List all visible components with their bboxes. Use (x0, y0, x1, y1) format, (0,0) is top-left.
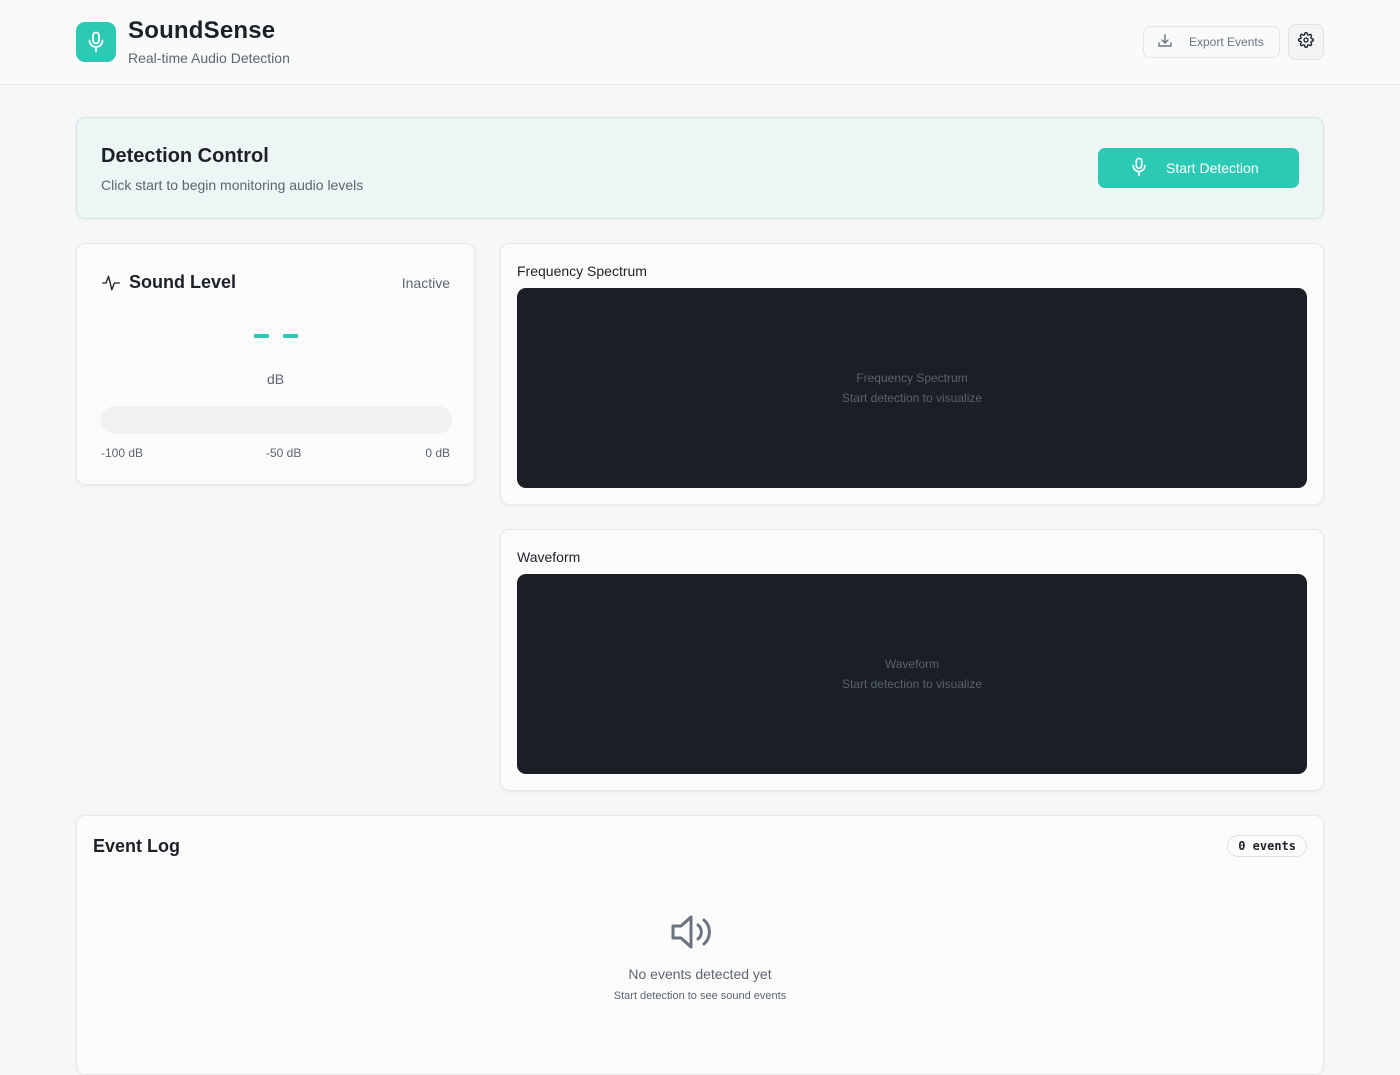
detection-control-subtitle: Click start to begin monitoring audio le… (101, 177, 364, 193)
waveform-canvas: Waveform Start detection to visualize (517, 574, 1307, 774)
detection-control-panel: Detection Control Click start to begin m… (76, 117, 1324, 219)
activity-icon (101, 273, 121, 298)
export-events-button[interactable]: Export Events (1143, 26, 1280, 58)
export-events-label: Export Events (1189, 35, 1264, 49)
spectrum-placeholder-subtitle: Start detection to visualize (841, 391, 983, 405)
microphone-icon (76, 22, 116, 62)
settings-button[interactable] (1288, 24, 1324, 60)
empty-state-subtitle: Start detection to see sound events (613, 990, 787, 1002)
microphone-icon (1130, 157, 1148, 180)
waveform-title: Waveform (517, 549, 581, 565)
event-count-badge: 0 events (1227, 835, 1307, 857)
sound-level-status: Inactive (401, 275, 450, 291)
speaker-icon (669, 912, 717, 957)
app-header: SoundSense Real-time Audio Detection Exp… (0, 0, 1400, 85)
frequency-spectrum-canvas: Frequency Spectrum Start detection to vi… (517, 288, 1307, 488)
detection-control-title: Detection Control (101, 145, 269, 167)
event-log-card: Event Log 0 events No events detected ye… (76, 815, 1324, 1075)
waveform-placeholder-title: Waveform (884, 657, 940, 671)
waveform-card: Waveform Waveform Start detection to vis… (500, 529, 1324, 791)
sound-level-card: Sound Level Inactive dB -100 dB -50 dB 0… (76, 243, 475, 485)
sound-level-meter (101, 406, 452, 434)
start-detection-button[interactable]: Start Detection (1098, 148, 1299, 188)
frequency-spectrum-title: Frequency Spectrum (517, 263, 647, 279)
event-log-title: Event Log (93, 836, 181, 856)
scale-mid-label: -50 dB (266, 446, 302, 460)
db-value-placeholder (254, 334, 298, 338)
app-title: SoundSense (128, 17, 276, 44)
gear-icon (1298, 31, 1314, 53)
scale-min-label: -100 dB (101, 446, 144, 460)
spectrum-placeholder-title: Frequency Spectrum (856, 371, 968, 385)
waveform-placeholder-subtitle: Start detection to visualize (841, 677, 983, 691)
sound-level-title: Sound Level (129, 272, 237, 292)
empty-state-title: No events detected yet (628, 966, 772, 982)
app-subtitle: Real-time Audio Detection (128, 50, 290, 66)
db-unit-label: dB (266, 371, 285, 387)
scale-max-label: 0 dB (425, 446, 450, 460)
start-detection-label: Start Detection (1166, 160, 1259, 176)
frequency-spectrum-card: Frequency Spectrum Frequency Spectrum St… (500, 243, 1324, 505)
download-icon (1157, 33, 1173, 52)
